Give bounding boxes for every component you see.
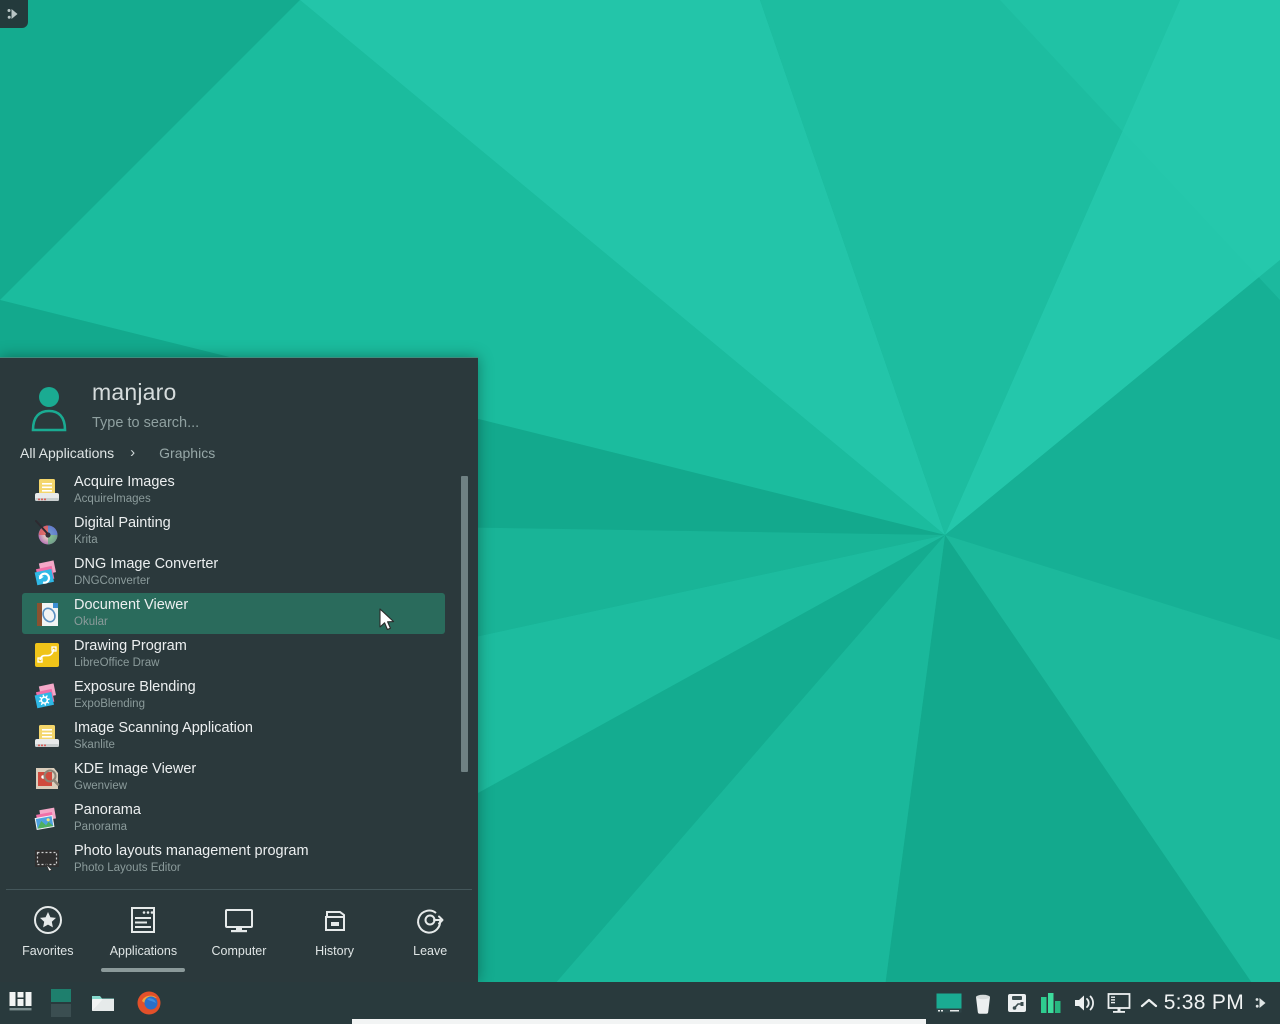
tray-item-desktop-preview[interactable]: [932, 993, 966, 1013]
launcher-header: manjaro: [0, 358, 478, 434]
list-item-name: Exposure Blending: [74, 679, 196, 696]
list-item-name: Drawing Program: [74, 638, 187, 655]
gwenview-icon: [32, 763, 62, 793]
digital-clock[interactable]: 5:38 PM: [1162, 982, 1250, 1024]
breadcrumb-current: Graphics: [159, 444, 216, 461]
breadcrumb-root[interactable]: All Applications: [20, 445, 114, 461]
list-item-name: DNG Image Converter: [74, 556, 219, 573]
monitor-icon: [224, 909, 253, 933]
tab-history[interactable]: History: [287, 904, 383, 972]
taskbar-left-section: [0, 982, 172, 1024]
pager-icon: [51, 989, 71, 1017]
list-item-sub: Krita: [74, 534, 98, 547]
list-item[interactable]: Digital Painting Krita: [22, 511, 445, 552]
tab-favorites[interactable]: Favorites: [0, 904, 96, 972]
list-item-sub: LibreOffice Draw: [74, 657, 160, 670]
list-item-name: Panorama: [74, 802, 141, 819]
list-item-sub: AcquireImages: [74, 493, 151, 506]
speaker-icon: [1074, 995, 1094, 1011]
taskbar-item-file-manager[interactable]: [80, 982, 126, 1024]
okular-icon: [32, 599, 62, 629]
window-edge-strip: [352, 1019, 926, 1024]
app-list-scrollbar[interactable]: [461, 472, 468, 885]
tab-leave[interactable]: Leave: [382, 904, 478, 972]
list-item-sub: Gwenview: [74, 780, 128, 793]
tray-item-system-monitor[interactable]: [1034, 991, 1068, 1015]
list-item[interactable]: Exposure Blending ExpoBlending: [22, 675, 445, 716]
tray-expand-button[interactable]: [1136, 996, 1162, 1010]
list-item[interactable]: Panorama Panorama: [22, 798, 445, 839]
libreoffice-draw-icon: [32, 640, 62, 670]
launcher-tab-bar[interactable]: Favorites Applications Computer History …: [0, 890, 478, 982]
leave-icon: [417, 909, 444, 934]
tab-applications[interactable]: Applications: [96, 904, 192, 972]
scrollbar-handle[interactable]: [461, 476, 468, 772]
taskbar-panel[interactable]: 5:38 PM: [0, 982, 1280, 1024]
clipboard-display-icon: [1107, 993, 1131, 1013]
list-item[interactable]: Drawing Program LibreOffice Draw: [22, 634, 445, 675]
applications-icon: [131, 907, 156, 933]
list-item-sub: Panorama: [74, 821, 128, 834]
search-input[interactable]: [92, 415, 422, 432]
list-item-sub: Skanlite: [74, 739, 115, 752]
tab-computer[interactable]: Computer: [191, 904, 287, 972]
desktop-preview-icon: [936, 993, 962, 1013]
tab-label: Applications: [109, 944, 178, 958]
tray-item-clipboard-display[interactable]: [1102, 991, 1136, 1015]
list-item-name: Digital Painting: [74, 515, 171, 532]
list-item[interactable]: DNG Image Converter DNGConverter: [22, 552, 445, 593]
manjaro-logo-icon: [9, 992, 32, 1011]
list-item-sub: DNGConverter: [74, 575, 151, 588]
scanner-icon: [32, 476, 62, 506]
tray-item-removable-devices[interactable]: [1000, 991, 1034, 1015]
desktop-toolbox-button[interactable]: [0, 0, 28, 28]
plasma-cashew-icon: [7, 9, 18, 19]
tab-label: History: [315, 944, 355, 958]
list-item-name: Photo layouts management program: [74, 843, 309, 860]
application-launcher-button[interactable]: [0, 982, 42, 1024]
star-circle-icon: [33, 906, 62, 934]
chevron-right-icon: ›: [130, 444, 136, 461]
user-name: manjaro: [92, 378, 177, 405]
tray-item-volume[interactable]: [1068, 992, 1102, 1014]
plasma-cashew-icon: [1255, 998, 1266, 1008]
list-item-sub: Okular: [74, 616, 108, 629]
taskbar-item-firefox[interactable]: [126, 982, 172, 1024]
breadcrumb: All Applications › Graphics: [0, 434, 478, 468]
scanner-icon: [32, 722, 62, 752]
pager-widget[interactable]: [42, 982, 80, 1024]
list-item-name: KDE Image Viewer: [74, 761, 197, 778]
list-item-name: Document Viewer: [74, 597, 189, 614]
mouse-cursor: [379, 608, 395, 631]
tray-item-trash[interactable]: [966, 991, 1000, 1015]
dng-converter-icon: [32, 558, 62, 588]
chevron-up-icon: [1140, 998, 1157, 1008]
tab-label: Leave: [413, 944, 448, 958]
expoblending-icon: [32, 681, 62, 711]
krita-icon: [32, 517, 62, 547]
list-item-sub: ExpoBlending: [74, 698, 145, 711]
tab-label: Favorites: [22, 944, 74, 958]
folder-icon: [92, 996, 114, 1011]
system-monitor-icon: [1040, 993, 1061, 1013]
list-item[interactable]: Photo layouts management program Photo L…: [22, 839, 445, 880]
list-item[interactable]: Acquire Images AcquireImages: [22, 470, 445, 511]
usb-device-icon: [1007, 994, 1026, 1012]
history-icon: [324, 911, 345, 931]
list-item-sub: Photo Layouts Editor: [74, 862, 181, 875]
list-item[interactable]: Image Scanning Application Skanlite: [22, 716, 445, 757]
application-launcher-panel[interactable]: manjaro All Applications › Graphics: [0, 357, 478, 982]
panel-toolbox-button[interactable]: [1250, 995, 1274, 1011]
application-list[interactable]: Acquire Images AcquireImages Digital Pai…: [0, 468, 478, 889]
list-item[interactable]: KDE Image Viewer Gwenview: [22, 757, 445, 798]
tab-label: Computer: [211, 944, 267, 958]
list-item-name: Acquire Images: [74, 474, 175, 491]
user-avatar-icon[interactable]: [22, 380, 76, 434]
list-item-name: Image Scanning Application: [74, 720, 253, 737]
photo-layouts-icon: [32, 845, 62, 875]
trash-icon: [975, 994, 990, 1014]
panorama-icon: [32, 804, 62, 834]
system-tray: 5:38 PM: [932, 982, 1280, 1024]
firefox-icon: [137, 991, 161, 1015]
